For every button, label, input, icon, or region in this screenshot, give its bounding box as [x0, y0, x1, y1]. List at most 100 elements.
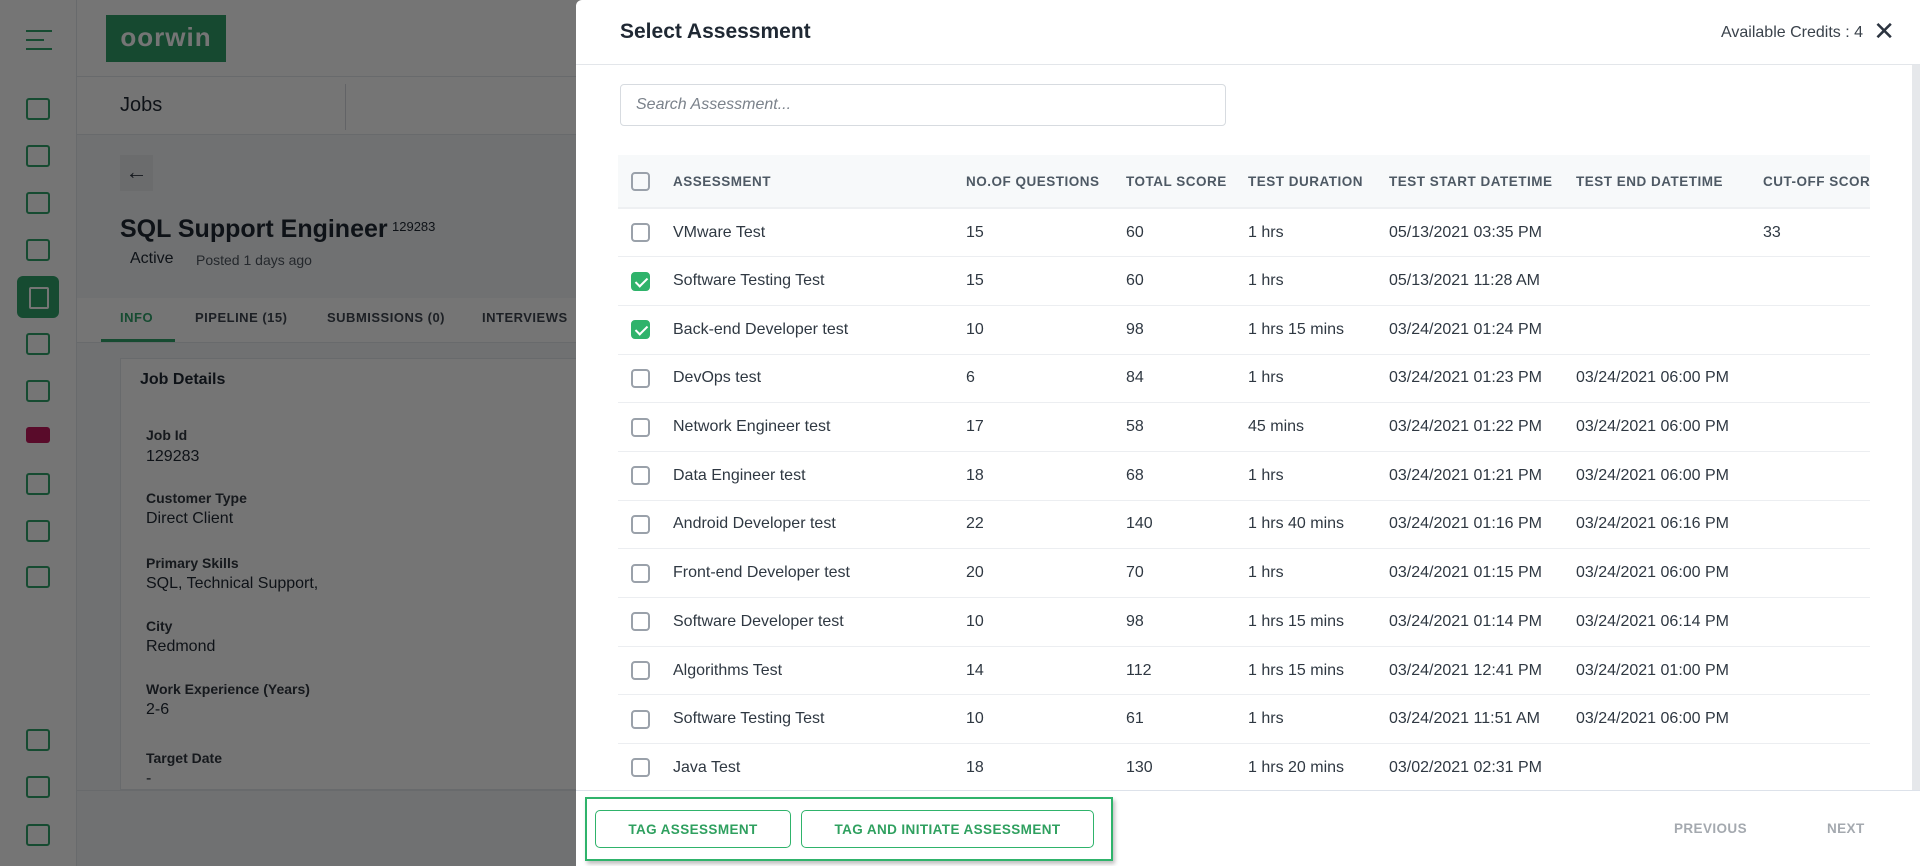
scrollbar[interactable] — [1912, 65, 1920, 790]
back-arrow-icon[interactable]: ← — [120, 155, 153, 191]
row-checkbox[interactable] — [631, 758, 650, 778]
briefcase-icon[interactable] — [26, 239, 50, 261]
workflow-icon[interactable] — [26, 520, 50, 542]
table-row[interactable]: Android Developer test 22 140 1 hrs 40 mins… — [618, 500, 1870, 550]
oorwin-logo[interactable]: oorwin — [106, 15, 226, 62]
cell-name: Software Testing Test — [673, 256, 966, 306]
row-checkbox[interactable] — [631, 563, 650, 583]
row-checkbox[interactable] — [631, 223, 650, 243]
next-button[interactable]: NEXT — [1827, 821, 1865, 836]
previous-button[interactable]: PREVIOUS — [1674, 821, 1747, 836]
field-value: 2-6 — [146, 701, 170, 718]
headset-icon[interactable] — [26, 776, 50, 798]
table-row[interactable]: Software Developer test 10 98 1 hrs 15 mins… — [618, 597, 1870, 647]
cell-questions: 10 — [966, 597, 1126, 647]
field-value: Direct Client — [146, 510, 234, 527]
candidates-icon[interactable] — [26, 333, 50, 355]
beta-icon[interactable] — [26, 427, 50, 443]
row-checkbox[interactable] — [631, 612, 650, 632]
available-credits: Available Credits : 4 — [1721, 24, 1863, 41]
column-end[interactable]: TEST END DATETIME — [1576, 155, 1763, 209]
field-value: 129283 — [146, 448, 200, 465]
cell-questions: 18 — [966, 451, 1126, 501]
cell-name: Network Engineer test — [673, 402, 966, 452]
table-row[interactable]: Algorithms Test 14 112 1 hrs 15 mins 03/24/2… — [618, 646, 1870, 696]
cell-duration: 1 hrs 40 mins — [1248, 500, 1389, 550]
cell-start: 03/24/2021 01:16 PM — [1389, 500, 1576, 550]
table-row[interactable]: Back-end Developer test 10 98 1 hrs 15 mins… — [618, 305, 1870, 355]
documents-icon[interactable] — [26, 566, 50, 588]
table-row[interactable]: Software Testing Test 10 61 1 hrs 03/24/2021… — [618, 694, 1870, 745]
row-checkbox[interactable] — [631, 466, 650, 486]
dashboard-icon[interactable] — [26, 98, 50, 120]
column-duration[interactable]: TEST DURATION — [1248, 155, 1389, 209]
calls-icon[interactable] — [26, 192, 50, 214]
hamburger-menu-icon[interactable] — [26, 30, 52, 57]
row-checkbox[interactable] — [631, 271, 650, 291]
divider — [345, 84, 346, 130]
table-row[interactable]: Front-end Developer test 20 70 1 hrs 03/24/2… — [618, 548, 1870, 598]
table-row[interactable]: DevOps test 6 84 1 hrs 03/24/2021 01:23 PM 03… — [618, 354, 1870, 404]
search-assessment-input[interactable] — [620, 84, 1226, 126]
cell-name: DevOps test — [673, 354, 966, 404]
tab-submissions[interactable]: SUBMISSIONS (0) — [327, 310, 445, 325]
field-value: SQL, Technical Support, — [146, 575, 319, 592]
cell-duration: 1 hrs — [1248, 256, 1389, 306]
cell-cutoff — [1763, 548, 1870, 598]
checkbox-cell — [618, 597, 673, 647]
column-questions[interactable]: NO.OF QUESTIONS — [966, 155, 1126, 209]
cell-start: 03/24/2021 01:21 PM — [1389, 451, 1576, 501]
row-checkbox[interactable] — [631, 514, 650, 534]
job-details-card — [120, 358, 600, 790]
column-total-score[interactable]: TOTAL SCORE — [1126, 155, 1248, 209]
column-cutoff[interactable]: CUT-OFF SCORE — [1763, 155, 1870, 209]
row-checkbox[interactable] — [631, 417, 650, 437]
tag-assessment-button[interactable]: TAG ASSESSMENT — [595, 810, 791, 848]
cell-questions: 20 — [966, 548, 1126, 598]
tab-interviews[interactable]: INTERVIEWS — [482, 310, 568, 325]
close-icon[interactable]: ✕ — [1873, 18, 1895, 44]
cell-cutoff — [1763, 500, 1870, 550]
tab-info[interactable]: INFO — [120, 310, 153, 325]
table-row[interactable]: Data Engineer test 18 68 1 hrs 03/24/2021 01… — [618, 451, 1870, 501]
help-icon[interactable] — [26, 824, 50, 846]
cell-name: Front-end Developer test — [673, 548, 966, 598]
cell-cutoff — [1763, 402, 1870, 452]
column-start[interactable]: TEST START DATETIME — [1389, 155, 1576, 209]
settings-sliders-icon[interactable] — [26, 729, 50, 751]
cell-start: 05/13/2021 11:28 AM — [1389, 256, 1576, 306]
cell-score: 112 — [1126, 646, 1248, 696]
select-assessment-modal: Select Assessment Available Credits : 4 … — [576, 0, 1920, 866]
row-checkbox[interactable] — [631, 709, 650, 729]
table-row[interactable]: Java Test 18 130 1 hrs 20 mins 03/02/2021 02… — [618, 743, 1870, 790]
table-row[interactable]: VMware Test 15 60 1 hrs 05/13/2021 03:35 PM 3… — [618, 208, 1870, 258]
cell-score: 98 — [1126, 597, 1248, 647]
contacts-icon[interactable] — [26, 145, 50, 167]
job-posted: Posted 1 days ago — [196, 252, 312, 268]
submissions-icon[interactable] — [26, 380, 50, 402]
cell-duration: 1 hrs — [1248, 208, 1389, 258]
column-assessment[interactable]: ASSESSMENT — [673, 155, 966, 209]
cell-name: VMware Test — [673, 208, 966, 258]
jobs-icon[interactable] — [17, 276, 59, 318]
cell-score: 58 — [1126, 402, 1248, 452]
row-checkbox[interactable] — [631, 368, 650, 388]
select-all-checkbox[interactable] — [631, 171, 650, 191]
field-label: Customer Type — [146, 490, 247, 506]
cell-score: 84 — [1126, 354, 1248, 404]
table-row[interactable]: Network Engineer test 17 58 45 mins 03/24/20… — [618, 402, 1870, 452]
cell-score: 60 — [1126, 208, 1248, 258]
row-checkbox[interactable] — [631, 661, 650, 681]
table-row[interactable]: Software Testing Test 15 60 1 hrs 05/13/2021… — [618, 256, 1870, 306]
cell-duration: 1 hrs — [1248, 451, 1389, 501]
tag-and-initiate-assessment-button[interactable]: TAG AND INITIATE ASSESSMENT — [801, 810, 1094, 848]
cell-score: 70 — [1126, 548, 1248, 598]
reports-icon[interactable] — [26, 473, 50, 495]
checkbox-cell — [618, 256, 673, 306]
cell-end: 03/24/2021 06:00 PM — [1576, 354, 1763, 404]
cell-cutoff — [1763, 354, 1870, 404]
row-checkbox[interactable] — [631, 320, 650, 340]
job-id: 129283 — [392, 219, 436, 234]
cell-start: 03/24/2021 01:23 PM — [1389, 354, 1576, 404]
tab-pipeline[interactable]: PIPELINE (15) — [195, 310, 287, 325]
